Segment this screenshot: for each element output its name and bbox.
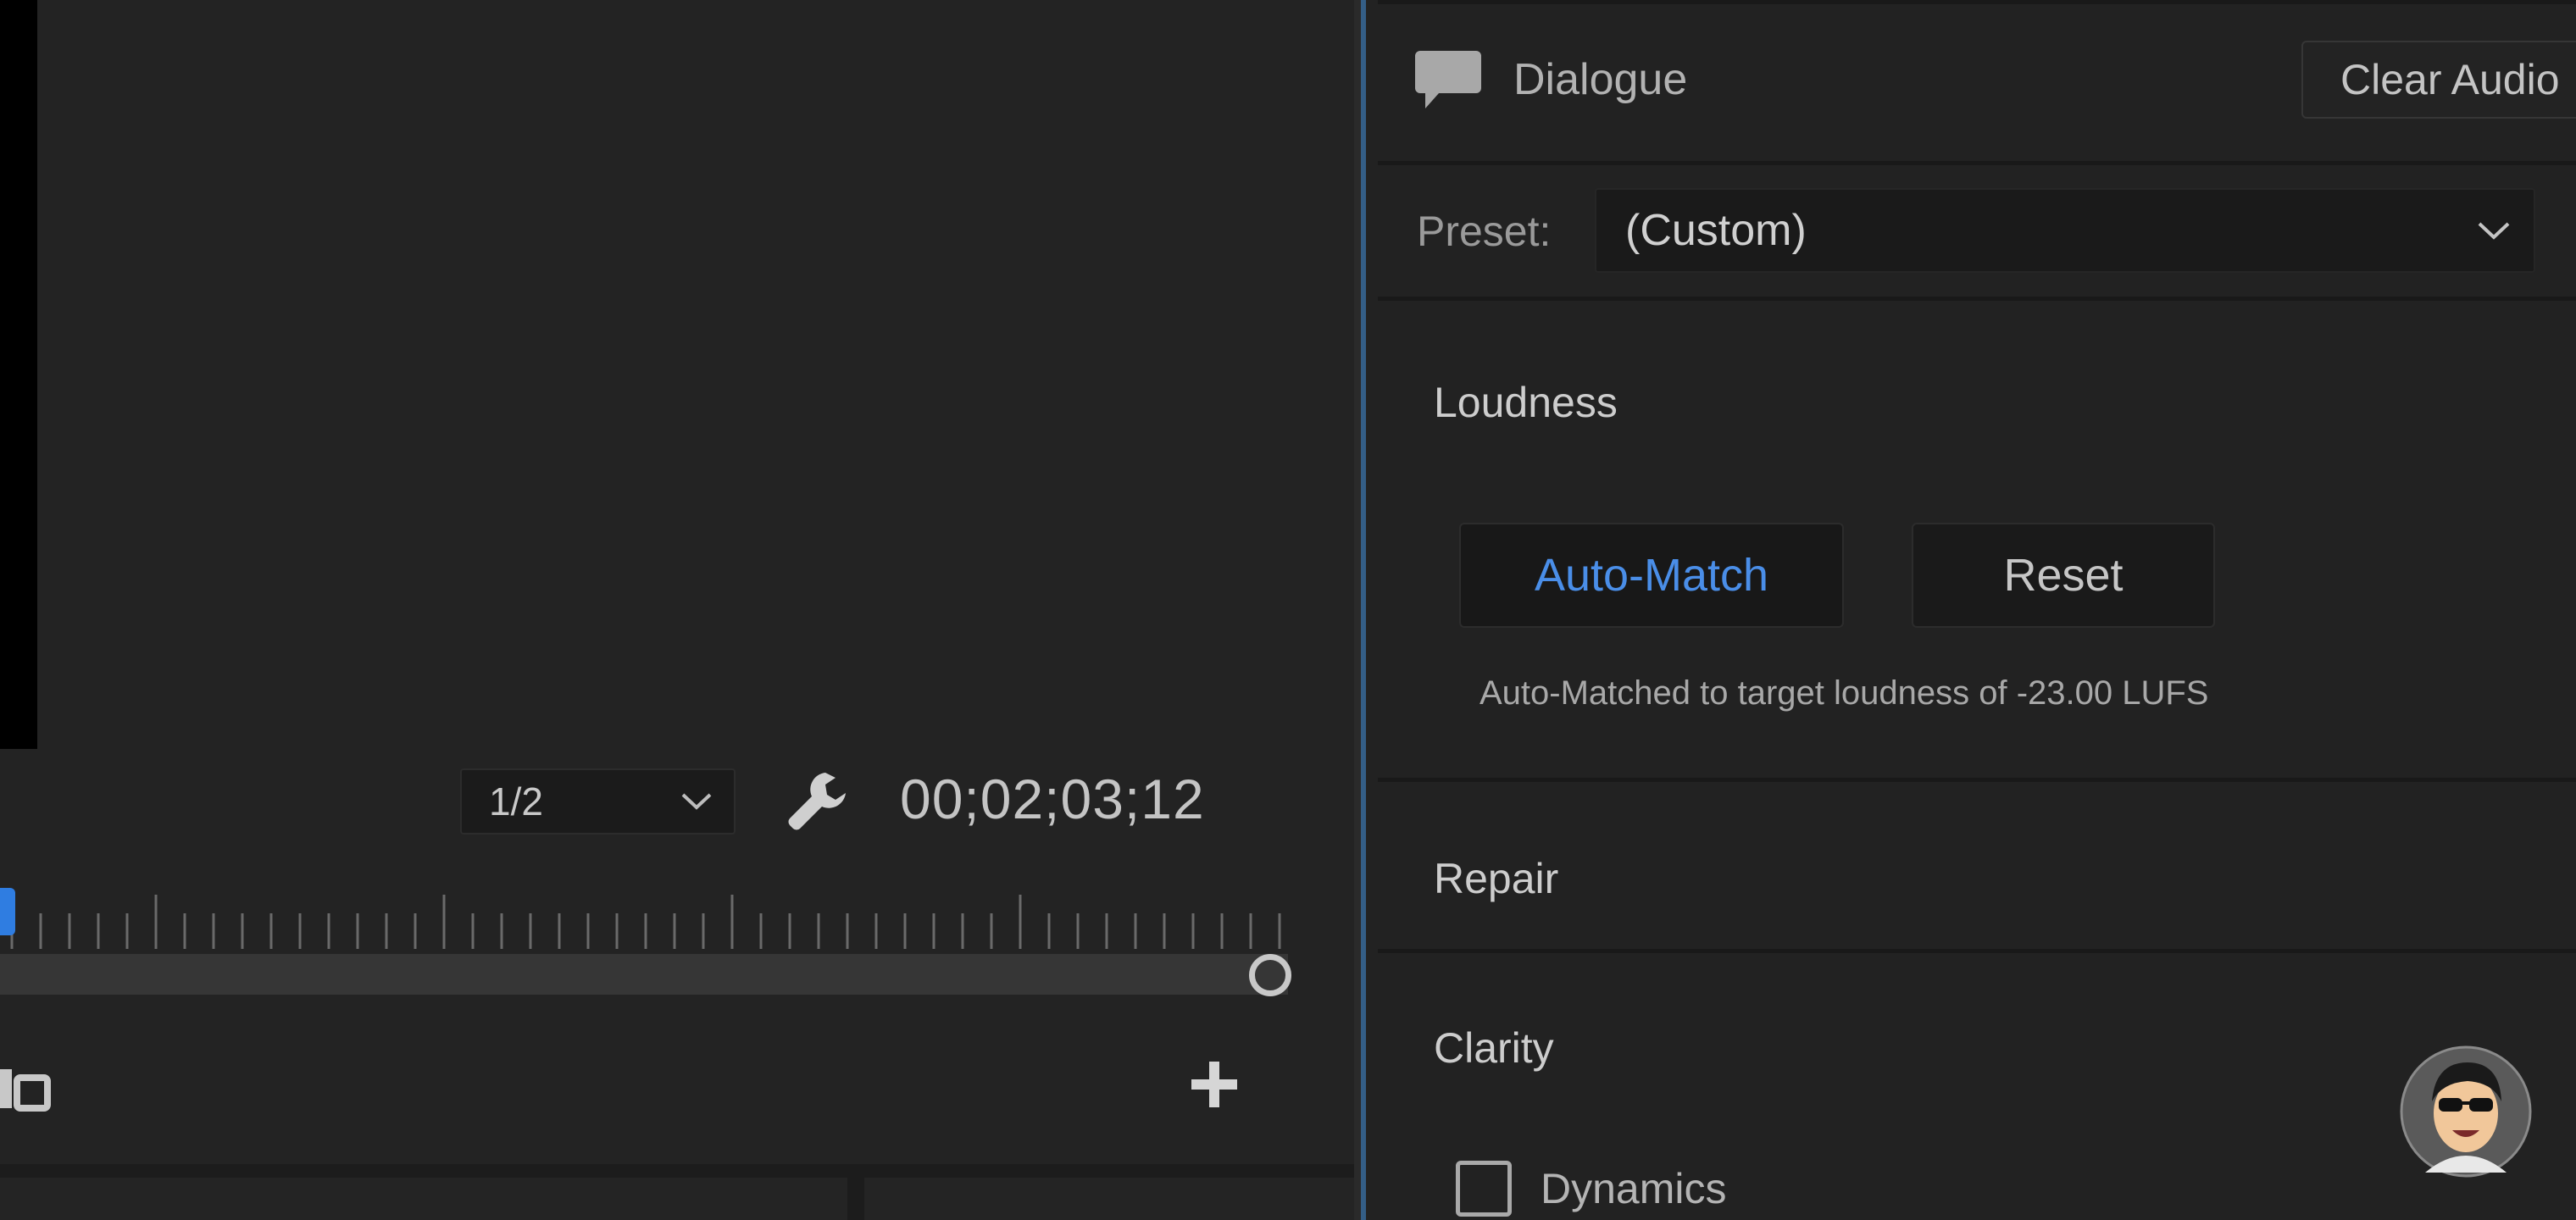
- program-monitor: [0, 0, 1354, 1220]
- divider: [1378, 778, 2576, 782]
- dynamics-checkbox[interactable]: [1456, 1161, 1512, 1217]
- video-preview: [0, 0, 37, 749]
- time-ruler[interactable]: [0, 888, 1305, 949]
- playback-resolution-value: 1/2: [489, 779, 543, 824]
- preset-label: Preset:: [1417, 208, 1552, 255]
- zoom-scroll-bar[interactable]: [0, 954, 1288, 995]
- dynamics-label: Dynamics: [1541, 1165, 1727, 1212]
- lower-panel-area: [864, 1178, 1354, 1220]
- avatar: [2400, 1045, 2532, 1178]
- preset-dropdown[interactable]: (Custom): [1595, 188, 2535, 273]
- auto-match-button[interactable]: Auto-Match: [1459, 523, 1844, 628]
- chevron-down-icon: [2478, 222, 2510, 240]
- divider: [1378, 297, 2576, 301]
- lower-panel-area: [0, 1178, 847, 1220]
- divider: [1378, 161, 2576, 165]
- playback-resolution-dropdown[interactable]: 1/2: [460, 768, 736, 835]
- loudness-status-text: Auto-Matched to target loudness of -23.0…: [1480, 674, 2209, 712]
- loudness-section-heading[interactable]: Loudness: [1434, 378, 1618, 427]
- audio-type-label: Dialogue: [1513, 55, 1688, 104]
- chevron-down-icon: [681, 793, 712, 810]
- export-frame-icon[interactable]: [0, 1040, 54, 1113]
- divider: [1378, 0, 2576, 4]
- clarity-section-heading[interactable]: Clarity: [1434, 1023, 1554, 1073]
- divider: [1378, 949, 2576, 953]
- repair-section-heading[interactable]: Repair: [1434, 854, 1558, 903]
- zoom-scroll-handle[interactable]: [1249, 954, 1291, 996]
- clear-audio-type-button[interactable]: Clear Audio: [2301, 41, 2576, 119]
- preset-value: (Custom): [1625, 206, 1807, 255]
- playhead-timecode[interactable]: 00;02;03;12: [900, 767, 1205, 831]
- wrench-icon[interactable]: [783, 768, 851, 835]
- plus-icon[interactable]: [1188, 1058, 1241, 1111]
- playhead[interactable]: [0, 888, 15, 935]
- speech-bubble-icon: [1415, 51, 1481, 108]
- reset-loudness-button[interactable]: Reset: [1912, 523, 2215, 628]
